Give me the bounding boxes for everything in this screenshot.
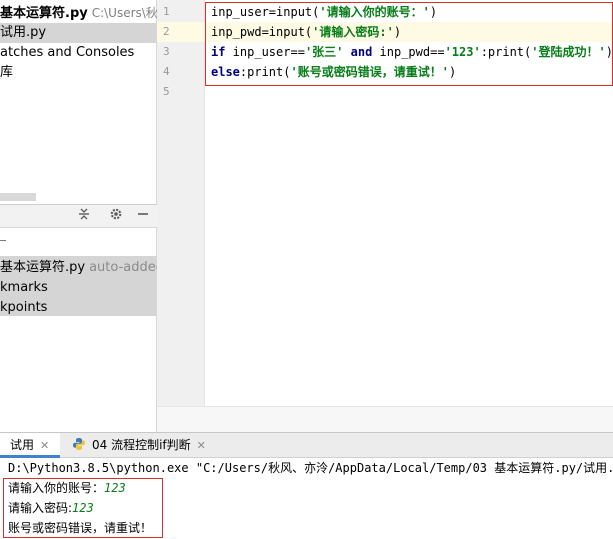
run-console[interactable]: D:\Python3.8.5\python.exe "C:/Users/秋风、亦… bbox=[0, 458, 613, 539]
line-number: 5 bbox=[163, 85, 170, 98]
project-item-selected[interactable]: 试用.py bbox=[0, 23, 157, 43]
tab-run-flow-control[interactable]: 04 流程控制if判断 ✕ bbox=[62, 433, 220, 458]
line-number: 3 bbox=[163, 45, 170, 58]
run-tab-bar: 试用 ✕ 04 流程控制if判断 ✕ bbox=[0, 432, 613, 458]
close-icon[interactable]: ✕ bbox=[40, 439, 49, 452]
favorites-item-label: 基本运算符.py bbox=[0, 260, 86, 275]
project-file-path: C:\Users\秋风 bbox=[91, 6, 157, 20]
favorites-list: 基本运算符.py auto-added kmarks kpoints bbox=[0, 256, 164, 318]
line-number: 4 bbox=[163, 65, 170, 78]
favorites-item-label: kpoints bbox=[0, 300, 48, 315]
favorites-item-breakpoints[interactable]: kpoints bbox=[0, 298, 47, 318]
favorites-item-bookmarks[interactable]: kmarks bbox=[0, 278, 48, 298]
close-icon[interactable]: ✕ bbox=[197, 439, 206, 452]
minimize-icon[interactable] bbox=[134, 207, 152, 225]
python-icon bbox=[73, 438, 85, 450]
tree-connector bbox=[0, 240, 6, 241]
line-number: 1 bbox=[163, 5, 170, 18]
tab-run-shiyong[interactable]: 试用 ✕ bbox=[0, 433, 60, 458]
project-item-label: 库 bbox=[0, 65, 14, 80]
line-number: 2 bbox=[163, 25, 170, 38]
tab-label: 04 流程控制if判断 bbox=[92, 438, 191, 452]
code-highlight-box bbox=[205, 2, 613, 86]
project-item-scratches[interactable]: atches and Consoles bbox=[0, 43, 134, 63]
project-item-label: 试用.py bbox=[0, 25, 47, 40]
project-item-library[interactable]: 库 bbox=[0, 63, 13, 83]
console-command: D:\Python3.8.5\python.exe "C:/Users/秋风、亦… bbox=[8, 461, 613, 475]
tab-label: 试用 bbox=[10, 438, 35, 452]
project-item-label: atches and Consoles bbox=[0, 45, 135, 60]
favorites-item-label: kmarks bbox=[0, 280, 48, 295]
panel-toolbar bbox=[0, 204, 157, 228]
editor-footer bbox=[157, 406, 613, 432]
project-panel: 基本运算符.pyC:\Users\秋风 试用.py atches and Con… bbox=[0, 0, 157, 204]
project-root-item[interactable]: 基本运算符.pyC:\Users\秋风 bbox=[0, 3, 157, 23]
favorites-item[interactable]: 基本运算符.py auto-added bbox=[0, 258, 164, 278]
horizontal-scrollbar[interactable] bbox=[0, 193, 36, 201]
project-file-title: 基本运算符.py bbox=[0, 6, 88, 21]
favorites-panel: 基本运算符.py auto-added kmarks kpoints bbox=[0, 204, 164, 432]
collapse-icon[interactable] bbox=[75, 207, 93, 225]
favorites-item-note: auto-added bbox=[89, 260, 164, 275]
console-highlight-box bbox=[3, 478, 163, 538]
gear-icon[interactable] bbox=[107, 207, 125, 225]
